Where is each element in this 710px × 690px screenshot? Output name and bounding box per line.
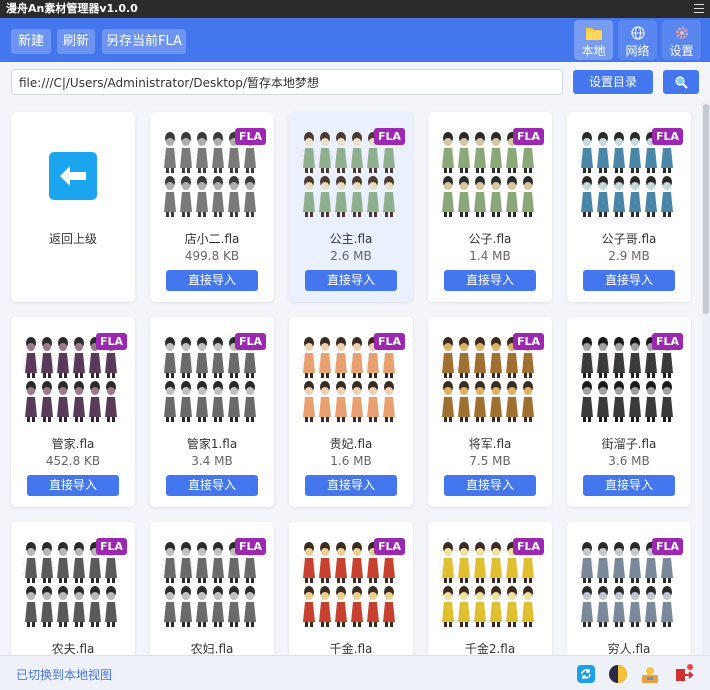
folder-icon bbox=[574, 24, 613, 44]
file-card[interactable]: 漫舟 FLA 将军.fla 7.5 MB 直接导入 bbox=[428, 317, 552, 507]
fla-badge: FLA bbox=[234, 333, 266, 350]
path-bar: 设置目录 bbox=[0, 62, 710, 102]
file-card[interactable]: 漫舟 FLA 管家1.fla 3.4 MB 直接导入 bbox=[150, 317, 274, 507]
fla-badge: FLA bbox=[651, 128, 683, 145]
fla-badge: FLA bbox=[651, 333, 683, 350]
search-button[interactable] bbox=[663, 70, 699, 94]
path-input[interactable] bbox=[11, 69, 563, 95]
file-card[interactable]: 漫舟 FLA 街溜子.fla 3.6 MB 直接导入 bbox=[567, 317, 691, 507]
fla-badge: FLA bbox=[95, 333, 127, 350]
file-card[interactable]: 漫舟 FLA 农夫.fla bbox=[11, 522, 135, 655]
tab-network[interactable]: 网络 bbox=[618, 20, 657, 60]
theme-toggle-icon[interactable] bbox=[607, 663, 629, 685]
file-name: 将军.fla bbox=[468, 437, 512, 451]
file-name: 公主.fla bbox=[329, 232, 373, 246]
tab-local[interactable]: 本地 bbox=[574, 20, 613, 60]
search-icon bbox=[675, 76, 688, 89]
back-label: 返回上级 bbox=[48, 232, 97, 246]
file-name: 千金2.fla bbox=[464, 642, 516, 655]
window-title: 漫舟An素材管理器v1.0.0 bbox=[6, 2, 138, 15]
refresh-button[interactable]: 刷新 bbox=[57, 29, 95, 54]
import-button[interactable]: 直接导入 bbox=[444, 475, 536, 496]
file-size: 3.4 MB bbox=[191, 454, 233, 468]
file-name: 街溜子.fla bbox=[601, 437, 657, 451]
refresh-icon[interactable] bbox=[575, 663, 597, 685]
fla-badge: FLA bbox=[373, 538, 405, 555]
file-size: 2.9 MB bbox=[608, 249, 650, 263]
file-name: 千金.fla bbox=[329, 642, 373, 655]
file-name: 农夫.fla bbox=[51, 642, 95, 655]
fla-badge: FLA bbox=[373, 333, 405, 350]
fla-badge: FLA bbox=[651, 538, 683, 555]
title-bar: 漫舟An素材管理器v1.0.0 bbox=[0, 0, 710, 18]
new-button[interactable]: 新建 bbox=[11, 29, 51, 54]
fla-badge: FLA bbox=[512, 128, 544, 145]
file-name: 农妇.fla bbox=[190, 642, 234, 655]
file-size: 1.6 MB bbox=[330, 454, 372, 468]
toolbar: 新建 刷新 另存当前FLA 本地 网络 设置 bbox=[0, 18, 710, 62]
file-name: 贵妃.fla bbox=[329, 437, 373, 451]
import-button[interactable]: 直接导入 bbox=[444, 270, 536, 291]
file-card[interactable]: 漫舟 FLA 千金2.fla bbox=[428, 522, 552, 655]
file-card[interactable]: 漫舟 FLA 穷人.fla bbox=[567, 522, 691, 655]
globe-icon bbox=[618, 24, 657, 44]
file-card[interactable]: 漫舟 FLA 贵妃.fla 1.6 MB 直接导入 bbox=[289, 317, 413, 507]
app-window: 漫舟An素材管理器v1.0.0 新建 刷新 另存当前FLA 本地 网络 设置 设… bbox=[0, 0, 710, 690]
file-size: 1.4 MB bbox=[469, 249, 511, 263]
logout-icon[interactable] bbox=[672, 663, 694, 685]
file-name: 公子哥.fla bbox=[601, 232, 657, 246]
file-card[interactable]: 漫舟 FLA 管家.fla 452.8 KB 直接导入 bbox=[11, 317, 135, 507]
fla-badge: FLA bbox=[512, 538, 544, 555]
fla-badge: FLA bbox=[373, 128, 405, 145]
import-button[interactable]: 直接导入 bbox=[166, 475, 258, 496]
file-size: 499.8 KB bbox=[184, 249, 240, 263]
import-button[interactable]: 直接导入 bbox=[305, 475, 397, 496]
file-name: 管家.fla bbox=[51, 437, 95, 451]
file-card[interactable]: 漫舟 FLA 店小二.fla 499.8 KB 直接导入 bbox=[150, 112, 274, 302]
import-button[interactable]: 直接导入 bbox=[166, 270, 258, 291]
scrollbar-thumb[interactable] bbox=[703, 104, 709, 314]
import-button[interactable]: 直接导入 bbox=[583, 475, 675, 496]
file-size: 3.6 MB bbox=[608, 454, 650, 468]
file-name: 穷人.fla bbox=[607, 642, 651, 655]
file-grid: 返回上级 漫舟 FLA 店小二.fla 499.8 KB 直接导入 漫舟 FLA 公主.fla… bbox=[0, 102, 702, 655]
file-card[interactable]: 漫舟 FLA 公子.fla 1.4 MB 直接导入 bbox=[428, 112, 552, 302]
fla-badge: FLA bbox=[95, 538, 127, 555]
file-size: 7.5 MB bbox=[469, 454, 511, 468]
file-card[interactable]: 漫舟 FLA 千金.fla bbox=[289, 522, 413, 655]
file-name: 公子.fla bbox=[468, 232, 512, 246]
file-card[interactable]: 漫舟 FLA 农妇.fla bbox=[150, 522, 274, 655]
tab-settings[interactable]: 设置 bbox=[662, 20, 701, 60]
file-card[interactable]: 漫舟 FLA 公主.fla 2.6 MB 直接导入 bbox=[289, 112, 413, 302]
file-size: 2.6 MB bbox=[330, 249, 372, 263]
file-name: 店小二.fla bbox=[184, 232, 240, 246]
import-button[interactable]: 直接导入 bbox=[305, 270, 397, 291]
scrollbar[interactable] bbox=[702, 102, 710, 655]
file-card[interactable]: 漫舟 FLA 公子哥.fla 2.9 MB 直接导入 bbox=[567, 112, 691, 302]
menu-icon[interactable] bbox=[694, 4, 704, 13]
fla-badge: FLA bbox=[512, 333, 544, 350]
user-icon[interactable] bbox=[639, 663, 661, 685]
tab-settings-label: 设置 bbox=[669, 44, 694, 58]
file-name: 管家1.fla bbox=[186, 437, 238, 451]
file-size: 452.8 KB bbox=[45, 454, 101, 468]
fla-badge: FLA bbox=[234, 128, 266, 145]
tab-network-label: 网络 bbox=[625, 44, 650, 58]
status-bar: 已切换到本地视图 bbox=[0, 655, 710, 690]
gear-icon bbox=[662, 24, 701, 44]
import-button[interactable]: 直接导入 bbox=[583, 270, 675, 291]
fla-badge: FLA bbox=[234, 538, 266, 555]
tab-local-label: 本地 bbox=[581, 44, 606, 58]
save-as-fla-button[interactable]: 另存当前FLA bbox=[102, 29, 186, 54]
status-text: 已切换到本地视图 bbox=[16, 668, 113, 682]
import-button[interactable]: 直接导入 bbox=[27, 475, 119, 496]
back-arrow-icon bbox=[49, 152, 97, 200]
back-card[interactable]: 返回上级 bbox=[11, 112, 135, 302]
set-directory-button[interactable]: 设置目录 bbox=[573, 70, 653, 94]
